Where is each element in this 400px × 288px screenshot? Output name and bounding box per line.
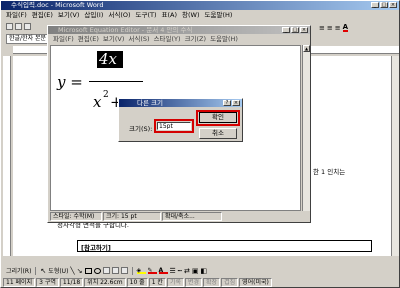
eq-menu-help[interactable]: 도움말(H) xyxy=(210,35,238,44)
eq-status-style: 스타일: 수학(M) xyxy=(50,212,102,221)
shadow-icon[interactable]: ▣ xyxy=(192,267,199,275)
size-label: 크기(S): xyxy=(129,125,153,133)
status-ovr: 겹침 xyxy=(221,278,239,287)
status-line: 10 줄 xyxy=(126,278,148,287)
cancel-label: 취소 xyxy=(212,129,224,137)
status-pages: 11/18 xyxy=(59,278,84,287)
eq-status-size: 크기: 15 pt xyxy=(103,212,161,221)
menu-tools[interactable]: 도구(T) xyxy=(136,11,157,20)
equation-menubar: 파일(F) 편집(E) 보기(V) 서식(S) 스타일(Y) 크기(Z) 도움말… xyxy=(50,35,308,44)
menu-edit[interactable]: 편집(E) xyxy=(32,11,53,20)
status-position: 위치 22.6cm xyxy=(84,278,126,287)
note-label: [참고하기] xyxy=(81,244,111,252)
dialog-title-bar: 다른 크기 ? × xyxy=(119,99,242,107)
status-ext: 확장 xyxy=(203,278,221,287)
cancel-button[interactable]: 취소 xyxy=(199,128,237,139)
align-center-icon[interactable]: ≡ xyxy=(327,24,333,32)
eq-minimize-button[interactable]: _ xyxy=(282,27,290,33)
oval-icon[interactable] xyxy=(93,267,101,274)
line-icon[interactable]: ╲ xyxy=(70,267,74,275)
line-color-icon[interactable]: ✎ xyxy=(147,267,157,274)
other-size-dialog: 다른 크기 ? × 크기(S): 확인 취소 xyxy=(118,98,243,142)
size-input[interactable] xyxy=(157,122,191,130)
eq-vertical-scrollbar[interactable]: ▲ xyxy=(302,45,310,211)
line-style-icon[interactable]: ☰ xyxy=(170,267,176,275)
align-left-icon[interactable]: ≡ xyxy=(319,24,325,32)
word-menubar: 파일(F) 편집(E) 보기(V) 삽입(I) 서식(O) 도구(T) 표(A)… xyxy=(3,11,397,20)
new-icon[interactable] xyxy=(6,23,13,30)
menu-window[interactable]: 창(W) xyxy=(182,11,199,20)
drawing-toolbar: 그리기(R) ↖ 도형(U) ╲ ↘ ◈ ✎ A ☰ ┅ ⇄ ▣ ◧ xyxy=(3,265,397,276)
formula-numerator: 4x xyxy=(99,50,118,68)
vertical-ruler xyxy=(3,56,11,256)
align-toolbar-right: ≡ ≡ ≡ A xyxy=(319,22,399,33)
ok-button[interactable]: 확인 xyxy=(199,112,237,123)
fraction-bar xyxy=(89,81,143,82)
style-select[interactable]: 한글/한자 본문 xyxy=(6,33,50,44)
arrow-icon[interactable]: ↘ xyxy=(77,267,83,275)
draw-menu[interactable]: 그리기(R) xyxy=(6,266,31,275)
status-column: 1 칸 xyxy=(148,278,166,287)
note-box: [참고하기] xyxy=(77,240,372,252)
equation-title: Microsoft Equation Editor - 문서 4 안의 수식 xyxy=(58,26,193,34)
arrow-style-icon[interactable]: ⇄ xyxy=(184,267,190,275)
eq-menu-file[interactable]: 파일(F) xyxy=(53,35,74,44)
word-vertical-scrollbar[interactable] xyxy=(391,56,399,256)
save-icon[interactable] xyxy=(24,23,31,30)
help-icon[interactable]: ? xyxy=(223,100,231,106)
menu-insert[interactable]: 삽입(I) xyxy=(84,11,103,20)
status-page: 11 페이지 xyxy=(3,278,36,287)
menu-table[interactable]: 표(A) xyxy=(162,11,178,20)
equation-status-bar: 스타일: 수학(M) 크기: 15 pt 확대/축소... xyxy=(50,212,300,221)
word-title: 수식입력.doc - Microsoft Word xyxy=(11,1,104,9)
ok-label: 확인 xyxy=(212,113,224,121)
maximize-button[interactable]: □ xyxy=(380,2,388,8)
eq-menu-size[interactable]: 크기(Z) xyxy=(185,35,207,44)
eq-maximize-button[interactable]: □ xyxy=(291,27,299,33)
fill-color-icon[interactable]: ◈ xyxy=(136,267,146,274)
align-right-icon[interactable]: ≡ xyxy=(335,24,341,32)
formula-lhs: y = xyxy=(57,73,83,91)
wordart-icon[interactable] xyxy=(111,267,119,274)
eq-menu-edit[interactable]: 편집(E) xyxy=(78,35,99,44)
dialog-close-icon[interactable]: × xyxy=(232,100,240,106)
select-arrow-icon[interactable]: ↖ xyxy=(40,267,46,275)
status-section: 3 구역 xyxy=(36,278,59,287)
eq-menu-format[interactable]: 서식(S) xyxy=(128,35,149,44)
equation-title-bar: Microsoft Equation Editor - 문서 4 안의 수식 _… xyxy=(48,26,310,34)
status-trk: 변경 xyxy=(184,278,203,287)
3d-icon[interactable]: ◧ xyxy=(201,267,208,275)
font-color-icon[interactable]: A xyxy=(342,23,349,32)
open-icon[interactable] xyxy=(15,23,22,30)
minimize-button[interactable]: _ xyxy=(371,2,379,8)
formula-denominator-base: x xyxy=(93,93,102,111)
word-title-bar: 수식입력.doc - Microsoft Word _ □ × xyxy=(1,1,399,10)
menu-file[interactable]: 파일(F) xyxy=(6,11,27,20)
formula-denominator-exp: 2 xyxy=(103,90,109,100)
dash-style-icon[interactable]: ┅ xyxy=(178,267,182,275)
scroll-up-icon[interactable]: ▲ xyxy=(303,45,310,52)
autoshape-menu[interactable]: 도형(U) xyxy=(48,266,68,275)
draw-font-color-icon[interactable]: A xyxy=(158,267,168,274)
eq-close-button[interactable]: × xyxy=(300,27,308,33)
menu-format[interactable]: 서식(O) xyxy=(108,11,130,20)
clipart-icon[interactable] xyxy=(120,267,128,274)
doc-text-1: 한 1 인치는 xyxy=(313,168,346,176)
status-language: 영어(미국) xyxy=(239,278,272,287)
menu-view[interactable]: 보기(V) xyxy=(58,11,79,20)
close-button[interactable]: × xyxy=(389,2,397,8)
status-rec: 기록 xyxy=(166,278,184,287)
word-status-bar: 11 페이지 3 구역 11/18 위치 22.6cm 10 줄 1 칸 기록 … xyxy=(3,278,397,287)
eq-menu-view[interactable]: 보기(V) xyxy=(103,35,124,44)
menu-help[interactable]: 도움말(H) xyxy=(205,11,233,20)
eq-status-zoom: 확대/축소... xyxy=(162,212,222,221)
dialog-title: 다른 크기 xyxy=(137,99,163,107)
textbox-icon[interactable] xyxy=(102,267,110,274)
rectangle-icon[interactable] xyxy=(84,267,92,274)
eq-menu-style[interactable]: 스타일(Y) xyxy=(154,35,181,44)
